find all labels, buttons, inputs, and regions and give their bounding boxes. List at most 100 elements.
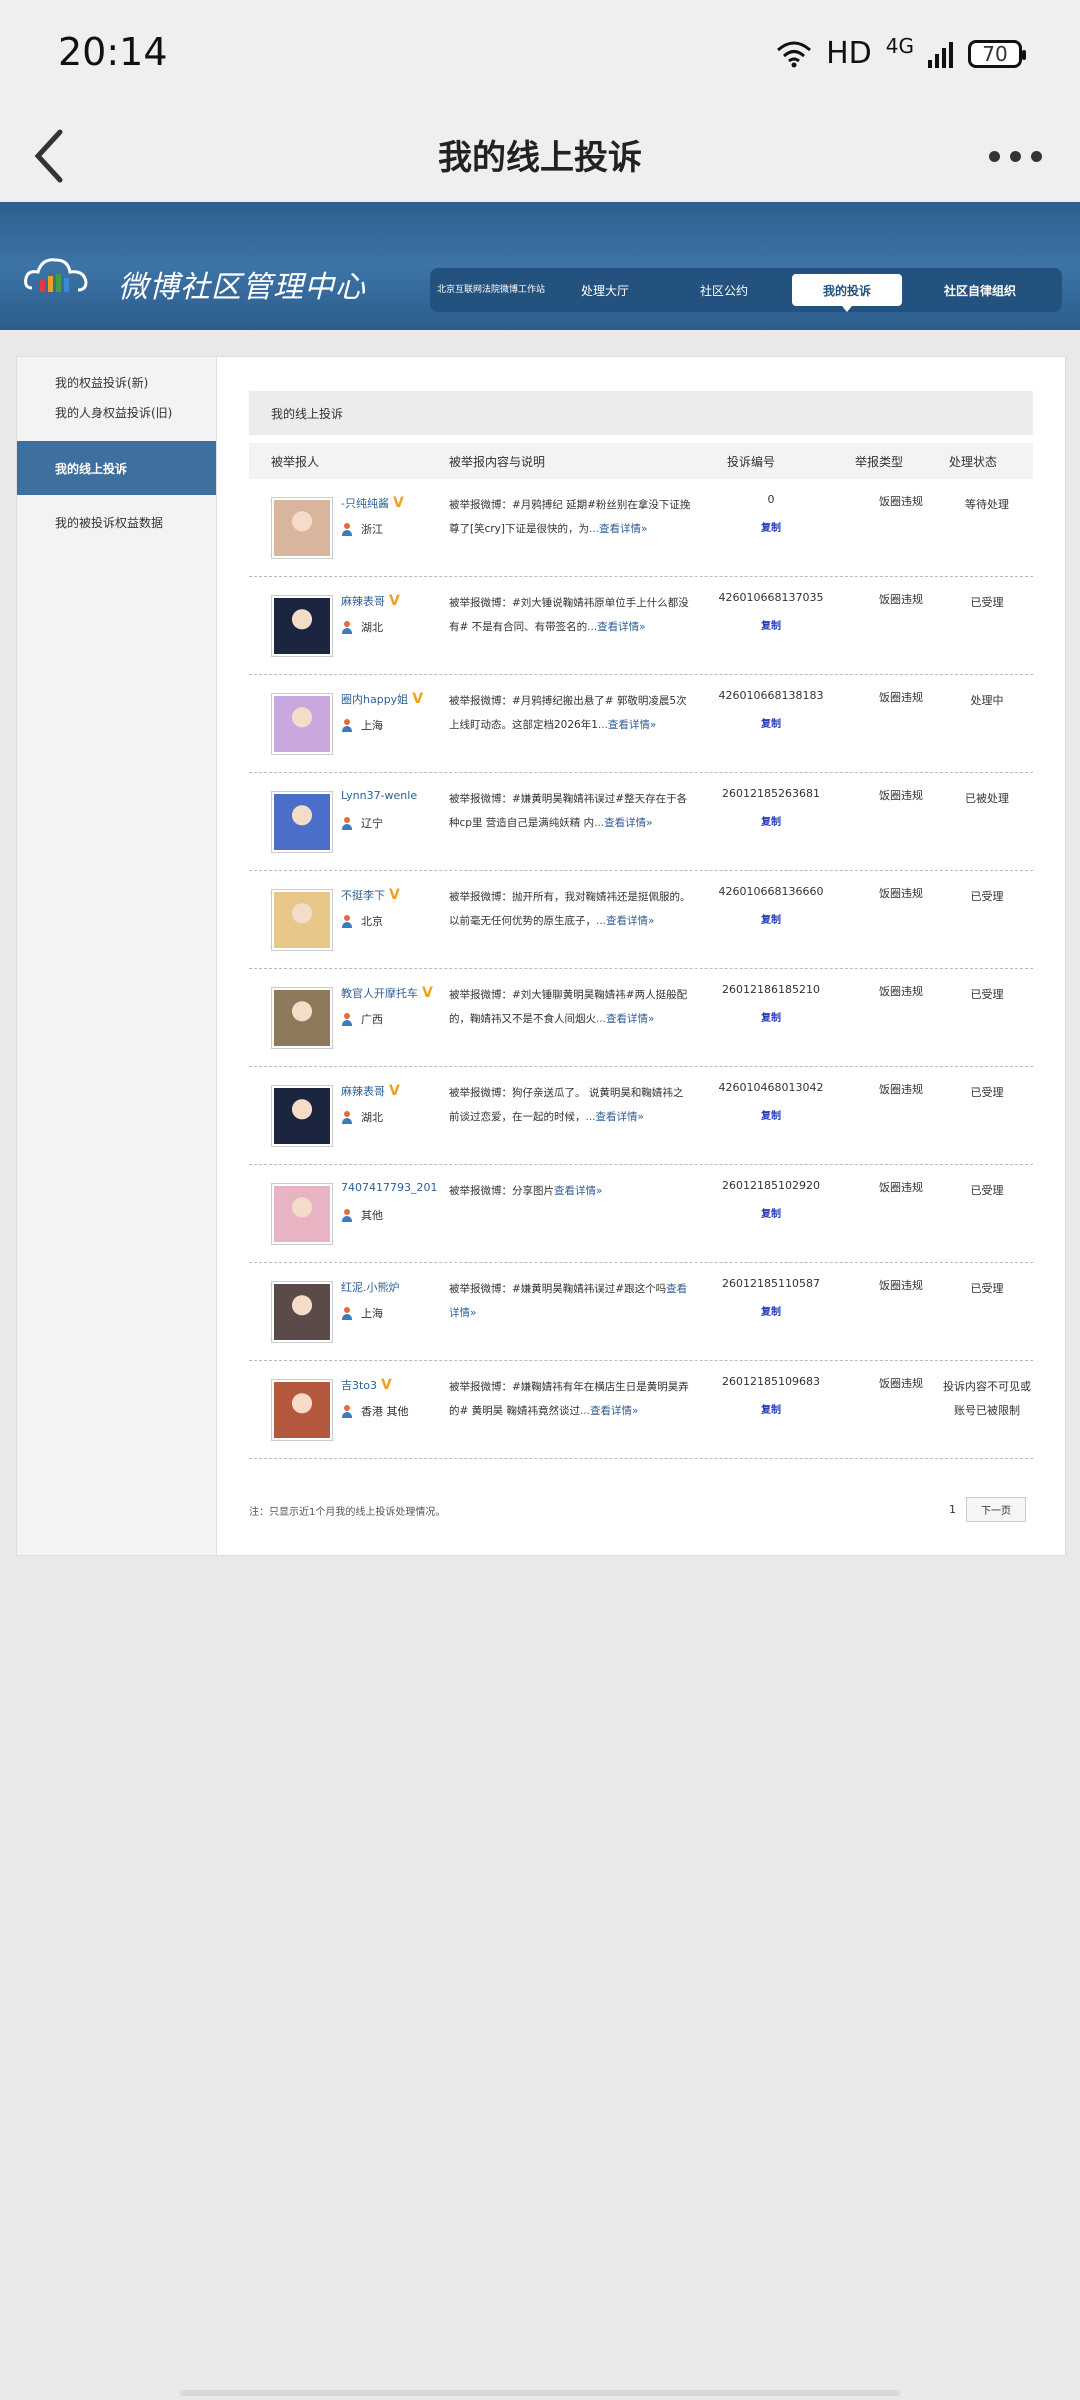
copy-button[interactable]: 复制	[691, 1401, 851, 1416]
description-text: 被举报微博：狗仔亲送瓜了。 说黄明昊和鞠婧祎之前谈过恋爱，在一起的时候，	[449, 1087, 684, 1123]
complaint-code: 26012185263681	[722, 787, 820, 800]
complaint-description: 被举报微博：#嫌鞠婧祎有年在横店生日是黄明昊弄的# 黄明昊 鞠婧祎竟然谈过...…	[449, 1375, 693, 1423]
view-details-link[interactable]: ...查看详情»	[587, 621, 645, 633]
view-details-link[interactable]: 查看详情»	[554, 1185, 602, 1197]
next-page-button[interactable]: 下一页	[966, 1497, 1026, 1522]
battery-level: 70	[982, 41, 1008, 66]
avatar-image	[274, 500, 330, 556]
sidebar-item-rights-old[interactable]: 我的人身权益投诉(旧)	[17, 397, 216, 427]
avatar[interactable]	[271, 987, 333, 1049]
avatar-image	[274, 1382, 330, 1438]
header-status: 处理状态	[949, 454, 998, 469]
report-type: 饭圈违规	[879, 985, 923, 998]
description-text: 被举报微博：#月鸦搏纪 延期#粉丝别在拿没下证挽尊了[笑cry]下证是很快的，为	[449, 499, 691, 535]
signal-icon	[928, 41, 953, 68]
main-panel: 我的权益投诉(新) 我的人身权益投诉(旧) 我的线上投诉 我的被投诉权益数据 我…	[16, 356, 1066, 1556]
reported-user-name[interactable]: 麻辣表哥 V	[341, 593, 400, 609]
complaint-code: 26012185102920	[722, 1179, 820, 1192]
view-details-link[interactable]: ...查看详情»	[598, 719, 656, 731]
home-indicator[interactable]	[180, 2390, 900, 2396]
avatar-image	[274, 1186, 330, 1242]
nav-self-discipline[interactable]: 社区自律组织	[910, 274, 1050, 306]
complaint-code: 426010668136660	[718, 885, 824, 898]
copy-button[interactable]: 复制	[691, 813, 851, 828]
person-icon	[341, 1110, 353, 1124]
sidebar-item-rights-new[interactable]: 我的权益投诉(新)	[17, 367, 216, 397]
avatar-image	[274, 1284, 330, 1340]
avatar[interactable]	[271, 693, 333, 755]
user-location: 香港 其他	[341, 1403, 409, 1419]
nav-court-station[interactable]: 北京互联网法院微博工作站	[436, 274, 546, 306]
report-type: 饭圈违规	[879, 1279, 923, 1292]
reported-user-name[interactable]: 教官人开摩托车 V	[341, 985, 433, 1001]
complaint-description: 被举报微博：#刘大锤说鞠婧祎原单位手上什么都没有# 不是有合同、有带签名的...…	[449, 591, 693, 639]
complaint-code: 26012185110587	[722, 1277, 820, 1290]
nav-convention[interactable]: 社区公约	[664, 274, 784, 306]
copy-button[interactable]: 复制	[691, 1107, 851, 1122]
person-icon	[341, 1306, 353, 1320]
avatar[interactable]	[271, 1281, 333, 1343]
copy-button[interactable]: 复制	[691, 1303, 851, 1318]
copy-button[interactable]: 复制	[691, 715, 851, 730]
location-text: 广西	[361, 1013, 383, 1026]
status-text: 等待处理	[965, 498, 1009, 511]
report-type: 饭圈违规	[879, 593, 923, 606]
location-text: 北京	[361, 915, 383, 928]
reported-user-name[interactable]: -只纯纯酱 V	[341, 495, 404, 511]
copy-button[interactable]: 复制	[691, 1009, 851, 1024]
pager: 1 下一页	[949, 1497, 1026, 1522]
sidebar-item-complained-data[interactable]: 我的被投诉权益数据	[17, 507, 216, 537]
complaint-description: 被举报微博：#刘大锤聊黄明昊鞠婧祎#两人挺般配的，鞠婧祎又不是不食人间烟火...…	[449, 983, 693, 1031]
reported-user-name[interactable]: 圈内happy姐 V	[341, 691, 423, 707]
reported-user-name[interactable]: 红泥.小熊炉	[341, 1279, 400, 1295]
avatar[interactable]	[271, 1085, 333, 1147]
header-reported-user: 被举报人	[271, 454, 320, 469]
verified-v-icon: V	[412, 691, 424, 707]
avatar[interactable]	[271, 889, 333, 951]
nav-hall[interactable]: 处理大厅	[546, 274, 664, 306]
avatar-image	[274, 1088, 330, 1144]
sidebar-item-online-complaints[interactable]: 我的线上投诉	[17, 441, 216, 495]
view-details-link[interactable]: ...查看详情»	[580, 1405, 638, 1417]
cloud-logo-icon	[24, 258, 88, 292]
reported-user-name[interactable]: Lynn37-wenle	[341, 789, 417, 802]
reported-user-name[interactable]: 7407417793_201	[341, 1181, 437, 1194]
user-location: 北京	[341, 913, 383, 929]
avatar[interactable]	[271, 497, 333, 559]
nav-my-complaints[interactable]: 我的投诉	[792, 274, 902, 312]
location-text: 湖北	[361, 621, 383, 634]
view-details-link[interactable]: ...查看详情»	[596, 915, 654, 927]
user-name-text: 麻辣表哥	[341, 595, 385, 608]
status-text: 处理中	[970, 694, 1004, 707]
verified-v-icon: V	[381, 1377, 392, 1393]
reported-user-name[interactable]: 不挺李下 V	[341, 887, 400, 903]
avatar[interactable]	[271, 595, 333, 657]
avatar[interactable]	[271, 1183, 333, 1245]
copy-button[interactable]: 复制	[691, 617, 851, 632]
copy-button[interactable]: 复制	[691, 911, 851, 926]
copy-button[interactable]: 复制	[691, 519, 851, 534]
more-button[interactable]	[980, 136, 1050, 176]
report-type: 饭圈违规	[879, 691, 923, 704]
more-dot-icon	[1009, 150, 1021, 162]
location-text: 香港 其他	[361, 1405, 409, 1418]
user-location: 广西	[341, 1011, 383, 1027]
table-row: 麻辣表哥 V 湖北 被举报微博：#刘大锤说鞠婧祎原单位手上什么都没有# 不是有合同…	[249, 577, 1033, 675]
reported-user-name[interactable]: 吉3to3 V	[341, 1377, 392, 1393]
user-location: 上海	[341, 717, 383, 733]
view-details-link[interactable]: ...查看详情»	[594, 817, 652, 829]
app-bar: 我的线上投诉	[0, 110, 1080, 202]
complaint-code: 426010468013042	[718, 1081, 824, 1094]
view-details-link[interactable]: ...查看详情»	[596, 1013, 654, 1025]
user-name-text: -只纯纯酱	[341, 497, 389, 510]
report-type: 饭圈违规	[879, 1181, 923, 1194]
page-number[interactable]: 1	[949, 1503, 956, 1516]
avatar[interactable]	[271, 791, 333, 853]
status-text: 已受理	[970, 1282, 1004, 1295]
avatar[interactable]	[271, 1379, 333, 1441]
status-text: 已受理	[970, 988, 1004, 1001]
view-details-link[interactable]: ...查看详情»	[586, 1111, 644, 1123]
view-details-link[interactable]: ...查看详情»	[589, 523, 647, 535]
reported-user-name[interactable]: 麻辣表哥 V	[341, 1083, 400, 1099]
copy-button[interactable]: 复制	[691, 1205, 851, 1220]
